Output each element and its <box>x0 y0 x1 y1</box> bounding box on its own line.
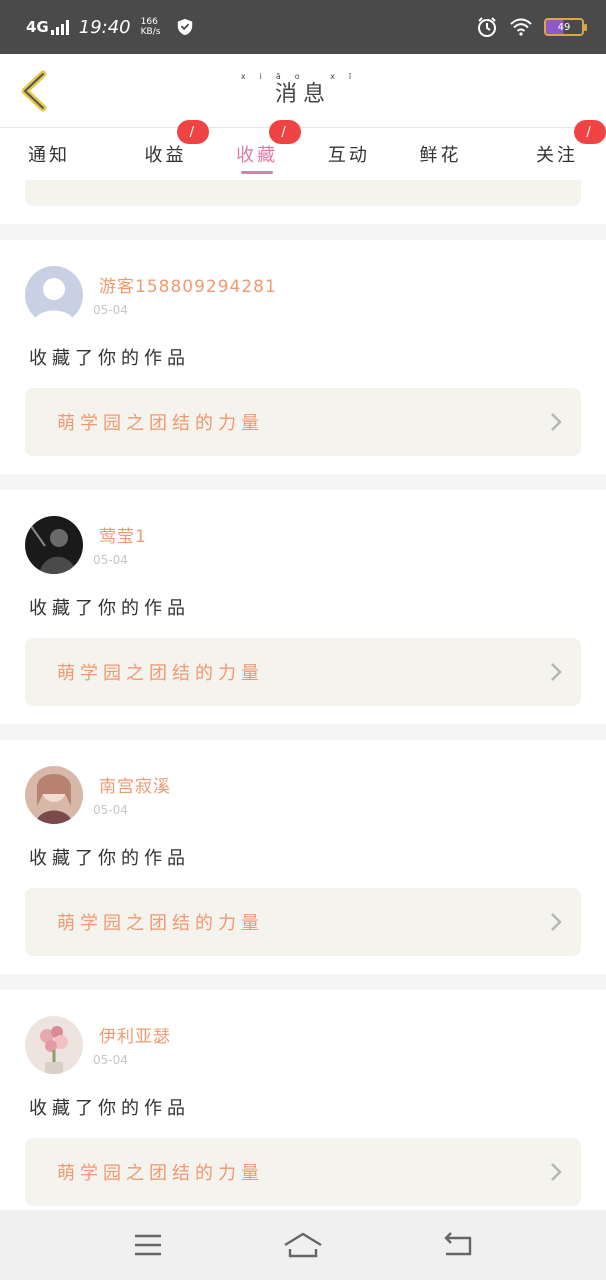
dark-photo-avatar-icon <box>25 516 83 574</box>
work-link-box[interactable]: 萌学园之团结的力量 <box>25 388 581 456</box>
tab-interactions[interactable]: 互动 <box>303 128 395 180</box>
speed-value: 166 <box>140 17 158 27</box>
status-time: 19:40 <box>78 16 131 38</box>
user-name[interactable]: 莺莹1 <box>99 522 147 547</box>
date: 05-04 <box>93 803 128 817</box>
tab-earnings[interactable]: 收益 / <box>120 120 212 180</box>
header: xiāo xī 消息 <box>0 54 606 128</box>
status-bar: 4G 19:40 166 KB/s 49 <box>0 0 606 54</box>
system-nav-bar <box>0 1210 606 1280</box>
tab-follows[interactable]: 关注 / <box>486 120 606 180</box>
tab-flowers[interactable]: 鲜花 <box>395 128 487 180</box>
tab-label: 收藏 <box>236 145 279 166</box>
work-title: 萌学园之团结的力量 <box>57 663 264 684</box>
work-link-box[interactable]: 萌学园之团结的力量 <box>25 888 581 956</box>
tab-label: 互动 <box>327 145 370 166</box>
action-text: 收藏了你的作品 <box>29 848 190 869</box>
wifi-icon <box>510 18 532 36</box>
work-link-box[interactable]: 萌学园之团结的力量 <box>25 638 581 706</box>
tab-label: 收益 <box>144 145 187 166</box>
date: 05-04 <box>93 1053 128 1067</box>
alarm-icon <box>478 17 496 37</box>
action-text: 收藏了你的作品 <box>29 598 190 619</box>
tab-label: 通知 <box>28 145 70 166</box>
avatar[interactable] <box>25 1016 83 1074</box>
anime-girl-avatar-icon <box>25 766 83 824</box>
chevron-right-icon <box>551 1163 562 1181</box>
battery-level: 49 <box>557 21 571 33</box>
back-nav-button[interactable] <box>435 1225 481 1265</box>
tab-badge: / <box>574 120 606 144</box>
date: 05-04 <box>93 303 128 317</box>
signal-icon <box>50 19 69 35</box>
page-title: 消息 <box>274 82 331 107</box>
battery-icon: 49 <box>544 18 587 36</box>
tab-notifications[interactable]: 通知 <box>0 128 120 180</box>
network-type: 4G <box>26 18 49 36</box>
list-item[interactable] <box>0 180 606 224</box>
tab-bar: 通知 收益 / 收藏 / 互动 鲜花 关注 / <box>0 120 606 180</box>
back-icon <box>444 1232 472 1256</box>
home-button[interactable] <box>280 1225 326 1265</box>
action-text: 收藏了你的作品 <box>29 1098 190 1119</box>
menu-button[interactable] <box>125 1225 171 1265</box>
chevron-right-icon <box>551 913 562 931</box>
action-text: 收藏了你的作品 <box>29 348 190 369</box>
network-speed: 166 KB/s <box>141 17 161 37</box>
vpn-shield-icon <box>178 18 193 36</box>
speed-unit: KB/s <box>140 27 161 37</box>
avatar[interactable] <box>25 266 83 324</box>
tab-favorites[interactable]: 收藏 / <box>211 120 303 180</box>
message-list[interactable]: 游客158809294281 05-04 收藏了你的作品 萌学园之团结的力量 莺… <box>0 180 606 1210</box>
date: 05-04 <box>93 553 128 567</box>
avatar[interactable] <box>25 766 83 824</box>
list-item[interactable]: 莺莹1 05-04 收藏了你的作品 萌学园之团结的力量 <box>0 490 606 724</box>
work-link-box[interactable] <box>25 180 581 206</box>
menu-icon <box>134 1234 161 1256</box>
work-title: 萌学园之团结的力量 <box>57 913 264 934</box>
user-name[interactable]: 伊利亚瑟 <box>99 1022 171 1047</box>
tab-label: 鲜花 <box>419 145 462 166</box>
tab-label: 关注 <box>536 145 579 166</box>
list-item[interactable]: 南宫寂溪 05-04 收藏了你的作品 萌学园之团结的力量 <box>0 740 606 974</box>
work-title: 萌学园之团结的力量 <box>57 413 264 434</box>
list-item[interactable]: 游客158809294281 05-04 收藏了你的作品 萌学园之团结的力量 <box>0 240 606 474</box>
chevron-right-icon <box>551 413 562 431</box>
avatar[interactable] <box>25 516 83 574</box>
default-avatar-icon <box>25 266 83 324</box>
list-item[interactable]: 伊利亚瑟 05-04 收藏了你的作品 萌学园之团结的力量 <box>0 990 606 1210</box>
tab-badge: / <box>177 120 210 144</box>
chevron-right-icon <box>551 663 562 681</box>
work-link-box[interactable]: 萌学园之团结的力量 <box>25 1138 581 1206</box>
work-title: 萌学园之团结的力量 <box>57 1163 264 1184</box>
user-name[interactable]: 游客158809294281 <box>99 272 277 297</box>
user-name[interactable]: 南宫寂溪 <box>99 772 171 797</box>
flower-avatar-icon <box>25 1016 83 1074</box>
home-icon <box>284 1232 322 1258</box>
tab-badge: / <box>269 120 302 144</box>
